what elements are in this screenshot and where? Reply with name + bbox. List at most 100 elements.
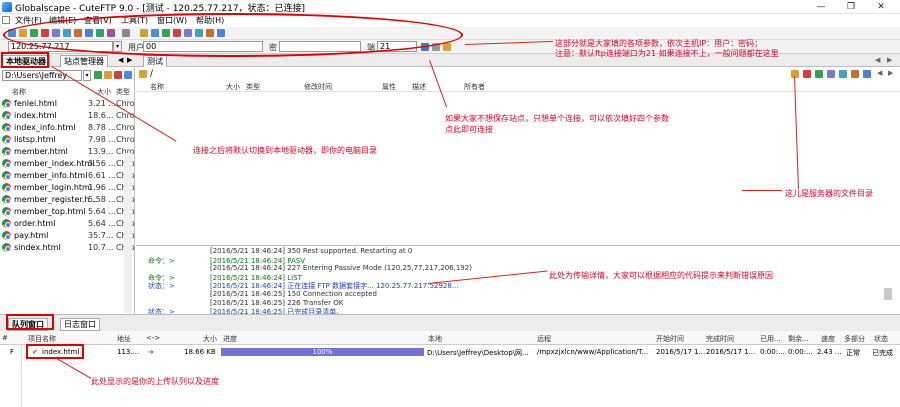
local-file-row[interactable]: order.html5.64 ...Chro [0,218,135,230]
local-file-name: member.html [14,147,68,156]
annotation-port-note: 注意：默认ftp连接端口为21 如果连接不上，一般问题都在这里 [555,49,779,58]
minimize-button[interactable]: — [806,0,836,14]
queue-col-name[interactable]: 项目名称 [28,334,56,344]
local-col-name[interactable]: 名称 [12,87,26,96]
remote-edit-icon[interactable] [827,70,835,78]
chrome-file-icon [2,123,11,132]
remote-nav-left-icon[interactable]: ◀ [877,69,882,77]
log-lines: [2016/5/21 18:46:24] 350 Rest supported.… [136,246,896,314]
queue-col-speed[interactable]: 速度 [821,334,835,344]
remote-tab-right-icon[interactable]: ▶ [887,56,892,64]
local-file-size: 18.6... [88,111,114,120]
queue-row-multipart: 正常 [846,349,860,357]
annotation-remote-dir: 这儿是服务器的文件目录 [785,189,873,198]
queue-col-remaining[interactable]: 剩余... [788,334,809,344]
annotation-local-drive: 连接之后将默认切换到本地驱动器，即你的电脑目录 [193,146,377,155]
local-file-size: 5.64 ... [88,207,116,216]
local-file-row[interactable]: index_info.html 8.78 ... Chro [0,122,135,134]
local-file-size: 5.64 ... [88,219,116,228]
queue-gutter [0,345,22,407]
local-file-row[interactable]: fenlei.html 3.21 ... Chro [0,98,135,110]
local-file-size: 13.9... [88,147,114,156]
queue-col-end[interactable]: 完成时间 [706,334,734,344]
remote-refresh-icon[interactable] [815,70,823,78]
tab-remote-site[interactable]: 测试 [143,55,167,67]
tab-log-window[interactable]: 日志窗口 [60,318,100,331]
queue-row[interactable]: F ✔ index.html 113.... ➜ 18.66 KB D:\Use… [0,345,900,359]
app-icon [2,2,12,12]
remote-properties-icon[interactable] [851,70,859,78]
local-file-row[interactable]: member_index.html3.56 ...Chro [0,158,135,170]
queue-col-progress[interactable]: 进度 [223,334,237,344]
remote-view-icon[interactable] [863,70,871,78]
local-file-type: Chro [116,135,135,144]
log-line-text: [2016/5/21 18:46:25] 150 Connection acce… [210,290,377,298]
queue-col-start[interactable]: 开始时间 [656,334,684,344]
remote-delete-icon[interactable] [803,70,811,78]
tab-scroll-right-icon[interactable]: ▶ [127,56,132,64]
local-delete-icon[interactable] [114,71,122,79]
local-file-row[interactable]: member_register.h...5.58 ...Chro [0,194,135,206]
maximize-button[interactable]: ❐ [836,0,866,14]
local-file-row[interactable]: pay.html35.7...Chro [0,230,135,242]
local-file-row[interactable]: member_info.html6.61 ...Chro [0,170,135,182]
local-file-size: 10.7... [88,243,114,252]
log-line: 状态：> [2016/5/21 18:46:25] 已完成目录清单。 [148,307,343,314]
remote-pane: / ◀ ▶ 名称 大小 类型 修改时间 属性 描述 所有者 [136,67,900,245]
local-file-size: 8.78 ... [88,123,116,132]
local-col-type[interactable]: 类型 [116,87,130,96]
log-scrollbar-thumb[interactable] [884,288,892,300]
local-file-row[interactable]: member_login.html1.96 ...Chro [0,182,135,194]
add-site-icon[interactable] [443,43,451,51]
queue-col-remote[interactable]: 远程 [537,334,551,344]
remote-nav-right-icon[interactable]: ▶ [888,69,893,77]
chrome-file-icon [2,99,11,108]
remote-header-divider [136,91,900,92]
close-button[interactable]: ✕ [866,0,896,14]
tab-scroll-left-icon[interactable]: ◀ [118,56,123,64]
queue-tabs: 队列窗口 日志窗口 [0,314,900,331]
annotation-quick-connect: 如果大家不想保存站点，只想单个连接，可以依次填好四个参数 [445,114,669,123]
local-view-icon[interactable] [124,71,132,79]
queue-header: # 项目名称 地址 <-> 大小 进度 本地 远程 开始时间 完成时间 已用..… [0,331,900,345]
local-file-row[interactable]: index.html 18.6... Chro [0,110,135,122]
local-scrollbar[interactable] [124,153,132,313]
remote-stop-icon[interactable] [839,70,847,78]
local-file-row[interactable]: member.html 13.9... Chro [0,146,135,158]
local-file-size: 1.96 ... [88,183,116,192]
path-chevron-down-icon[interactable]: ▾ [83,70,91,81]
annotation-log: 此处为传输详情，大家可以根据相应的代码提示来判断错误原因 [549,271,773,280]
local-file-row[interactable]: sindex.html10.7...Chro [0,242,135,254]
local-file-row[interactable]: listsp.html 7.98 ... Chro [0,134,135,146]
local-path-dropdown[interactable]: D:\Users\Jeffrey [2,70,82,81]
params-highlight-oval [3,13,463,57]
log-line: [2016/5/21 18:46:25] 226 Transfer OK [148,299,343,307]
local-file-name: member_login.html [14,183,93,192]
queue-col-local[interactable]: 本地 [428,334,442,344]
chrome-file-icon [2,231,11,240]
local-file-name: order.html [14,219,56,228]
tab-site-manager[interactable]: 站点管理器 [60,55,108,67]
remote-tab-left-icon[interactable]: ◀ [875,56,880,64]
queue-col-elapsed[interactable]: 已用... [760,334,781,344]
local-file-row[interactable]: member_top.html5.64 ...Chro [0,206,135,218]
queue-col-address[interactable]: 地址 [117,334,131,344]
chrome-file-icon [2,171,11,180]
log-line-prefix: 状态：> [148,308,175,314]
local-up-folder-icon[interactable] [104,71,112,79]
queue-col-multipart[interactable]: 多部分 [844,334,865,344]
remote-folder-icon [139,70,147,78]
chrome-file-icon [2,111,11,120]
remote-path[interactable]: / [150,69,153,79]
local-file-name: member_top.html [14,207,86,216]
upload-arrow-icon: ➜ [148,348,154,356]
queue-col-direction[interactable]: <-> [146,334,160,342]
local-file-size: 3.56 ... [88,159,116,168]
local-refresh-icon[interactable] [94,71,102,79]
doc-icon [2,16,10,24]
queue-col-size[interactable]: 大小 [203,334,217,344]
queue-row-start: 2016/5/17 1... [656,348,706,356]
chrome-file-icon [2,159,11,168]
queue-col-status[interactable]: 状态 [874,334,888,344]
chrome-file-icon [2,135,11,144]
